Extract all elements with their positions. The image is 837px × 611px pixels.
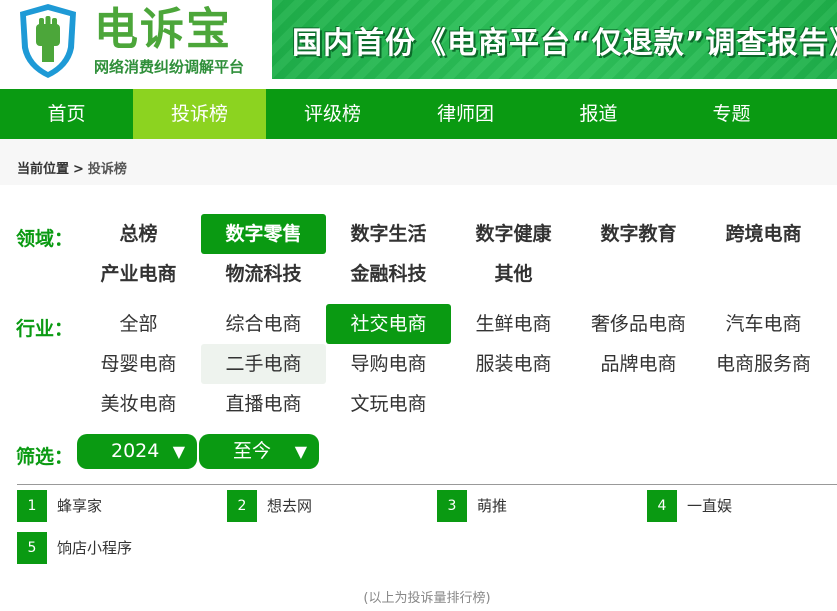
shield-fist-icon (20, 4, 76, 78)
period-filter-label: 筛选： (16, 446, 74, 468)
rank-name[interactable]: 萌推 (477, 490, 507, 522)
brand-subtitle: 网络消费纠纷调解平台 (94, 58, 245, 76)
rank-name[interactable]: 一直娱 (687, 490, 732, 522)
rank-number: 3 (437, 490, 467, 522)
domain-filter-options: 总榜 数字零售 数字生活 数字健康 数字教育 跨境电商 产业电商 物流科技 金融… (76, 214, 837, 294)
industry-option-service-provider[interactable]: 电商服务商 (701, 344, 826, 384)
domain-option-cross-border[interactable]: 跨境电商 (701, 214, 826, 254)
range-select[interactable]: 至今 ▼ (199, 434, 319, 469)
industry-option-maternity[interactable]: 母婴电商 (76, 344, 201, 384)
ranking-item[interactable]: 1 蜂享家 (17, 490, 227, 522)
chevron-down-icon: ▼ (294, 442, 307, 461)
nav-item-reports[interactable]: 报道 (532, 89, 665, 139)
rank-number: 2 (227, 490, 257, 522)
year-select-value: 2024 (111, 440, 160, 462)
site-logo[interactable]: 电诉宝 网络消费纠纷调解平台 (14, 2, 254, 82)
nav-item-lawyers[interactable]: 律师团 (399, 89, 532, 139)
industry-option-collectibles[interactable]: 文玩电商 (326, 384, 451, 424)
domain-option-overall[interactable]: 总榜 (76, 214, 201, 254)
range-select-value: 至今 (233, 440, 272, 462)
industry-option-all[interactable]: 全部 (76, 304, 201, 344)
nav-item-home[interactable]: 首页 (0, 89, 133, 139)
breadcrumb-separator: > (73, 162, 84, 177)
industry-option-apparel[interactable]: 服装电商 (451, 344, 576, 384)
main-nav: 首页 投诉榜 评级榜 律师团 报道 专题 (0, 89, 837, 139)
rank-name[interactable]: 想去网 (267, 490, 312, 522)
nav-item-complaints[interactable]: 投诉榜 (133, 89, 266, 139)
industry-option-auto[interactable]: 汽车电商 (701, 304, 826, 344)
industry-option-shopping-guide[interactable]: 导购电商 (326, 344, 451, 384)
domain-option-digital-education[interactable]: 数字教育 (576, 214, 701, 254)
divider (17, 484, 837, 485)
banner-text: 国内首份《电商平台“仅退款”调查报告》 (292, 26, 837, 61)
rank-number: 4 (647, 490, 677, 522)
industry-option-beauty[interactable]: 美妆电商 (76, 384, 201, 424)
industry-option-general[interactable]: 综合电商 (201, 304, 326, 344)
ranking-item[interactable]: 4 一直娱 (647, 490, 837, 522)
domain-option-digital-health[interactable]: 数字健康 (451, 214, 576, 254)
industry-option-luxury[interactable]: 奢侈品电商 (576, 304, 701, 344)
industry-option-livestream[interactable]: 直播电商 (201, 384, 326, 424)
domain-option-logistics[interactable]: 物流科技 (201, 254, 326, 294)
industry-option-fresh[interactable]: 生鲜电商 (451, 304, 576, 344)
domain-option-digital-retail[interactable]: 数字零售 (201, 214, 326, 254)
industry-filter-options: 全部 综合电商 社交电商 生鲜电商 奢侈品电商 汽车电商 母婴电商 二手电商 导… (76, 304, 837, 424)
industry-option-second-hand[interactable]: 二手电商 (201, 344, 326, 384)
rank-name[interactable]: 蜂享家 (57, 490, 102, 522)
rank-number: 1 (17, 490, 47, 522)
breadcrumb-prefix[interactable]: 当前位置 (17, 162, 69, 177)
site-header: 电诉宝 网络消费纠纷调解平台 国内首份《电商平台“仅退款”调查报告》 (0, 0, 837, 89)
nav-item-ratings[interactable]: 评级榜 (266, 89, 399, 139)
industry-option-social[interactable]: 社交电商 (326, 304, 451, 344)
breadcrumb-current: 投诉榜 (87, 162, 127, 177)
domain-option-digital-life[interactable]: 数字生活 (326, 214, 451, 254)
rank-name[interactable]: 饷店小程序 (57, 532, 132, 564)
year-select[interactable]: 2024 ▼ (77, 434, 197, 469)
domain-option-industrial[interactable]: 产业电商 (76, 254, 201, 294)
chevron-down-icon: ▼ (172, 442, 185, 461)
promo-banner[interactable]: 国内首份《电商平台“仅退款”调查报告》 (272, 0, 837, 79)
breadcrumb: 当前位置 > 投诉榜 (17, 158, 127, 177)
domain-option-other[interactable]: 其他 (451, 254, 576, 294)
ranking-footnote: (以上为投诉量排行榜) (17, 582, 837, 611)
brand-name: 电诉宝 (94, 4, 232, 55)
domain-filter-label: 领域： (16, 228, 74, 250)
domain-option-fintech[interactable]: 金融科技 (326, 254, 451, 294)
nav-item-topics[interactable]: 专题 (665, 89, 798, 139)
industry-option-brand[interactable]: 品牌电商 (576, 344, 701, 384)
ranking-item[interactable]: 2 想去网 (227, 490, 437, 522)
rank-number: 5 (17, 532, 47, 564)
industry-filter-label: 行业： (16, 318, 74, 340)
ranking-item[interactable]: 3 萌推 (437, 490, 647, 522)
ranking-item[interactable]: 5 饷店小程序 (17, 532, 227, 564)
